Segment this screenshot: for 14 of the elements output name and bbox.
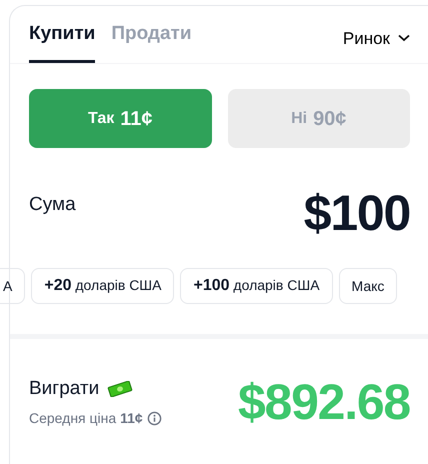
chevron-down-icon — [398, 34, 410, 42]
order-type-dropdown[interactable]: Ринок — [342, 26, 410, 51]
amount-label: Сума — [29, 192, 76, 217]
payout-label: Виграти — [29, 377, 100, 401]
amount-chip[interactable]: +20 доларів США — [31, 268, 174, 304]
amount-chip[interactable]: Макс — [338, 268, 398, 304]
amount-chip[interactable]: А — [0, 268, 26, 304]
info-icon[interactable] — [146, 410, 162, 426]
average-price: Середня ціна 11¢ — [29, 408, 143, 428]
amount-chip[interactable]: +100 доларів США — [180, 268, 333, 304]
money-icon — [107, 381, 134, 398]
amount-value: $100 — [304, 188, 410, 238]
payout-value: $892.68 — [238, 376, 410, 427]
tab[interactable]: Купити — [29, 20, 96, 63]
